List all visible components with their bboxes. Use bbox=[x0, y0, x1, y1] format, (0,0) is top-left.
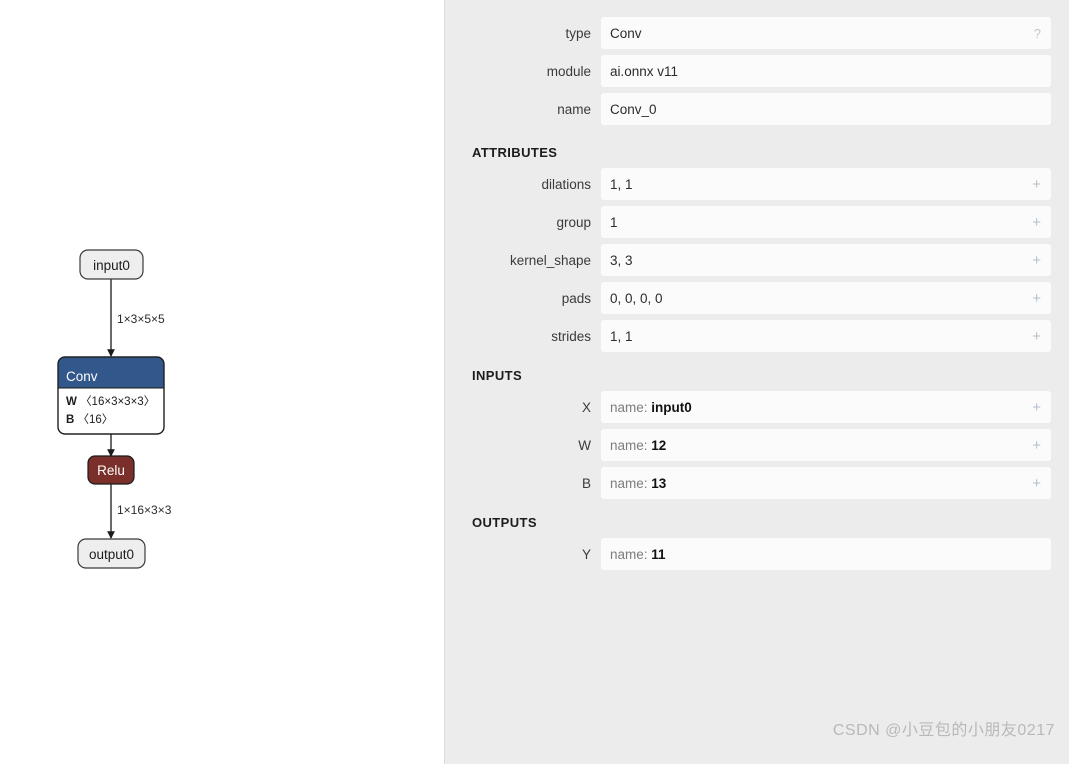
graph-node-label: Conv bbox=[66, 369, 98, 384]
property-row: group 1 + bbox=[444, 206, 1069, 238]
graph-node-initializer-b: B 〈16〉 bbox=[66, 413, 113, 426]
attributes-section-header: ATTRIBUTES bbox=[472, 145, 558, 160]
property-value-text: ai.onnx v11 bbox=[610, 63, 679, 79]
input-label-X: X bbox=[581, 399, 591, 415]
expand-plus-icon[interactable]: + bbox=[1032, 253, 1041, 268]
argument-name-prefix: name: bbox=[610, 475, 652, 491]
graph-node-label: input0 bbox=[93, 258, 130, 273]
argument-name-value: 11 bbox=[651, 546, 666, 562]
expand-plus-icon[interactable]: + bbox=[1032, 177, 1041, 192]
attribute-label-strides: strides bbox=[551, 328, 591, 344]
inputs-group: Xname: input0 + Wname: 12 + Bname: 13 + bbox=[444, 391, 1069, 499]
expand-plus-icon[interactable]: + bbox=[1032, 438, 1041, 453]
expand-plus-icon[interactable]: + bbox=[1032, 215, 1041, 230]
graph-edge-input0-conv[interactable]: 1×3×5×5 bbox=[107, 279, 165, 358]
property-row: Xname: input0 + bbox=[444, 391, 1069, 423]
property-value-text: 1, 1 bbox=[610, 328, 633, 344]
input-label-B: B bbox=[581, 475, 591, 491]
argument-name-value: 12 bbox=[651, 437, 667, 453]
property-value-text: name: 13 bbox=[610, 476, 1032, 491]
property-row: Yname: 11 bbox=[444, 538, 1069, 570]
property-row: type Conv? bbox=[444, 17, 1069, 49]
graph-canvas-panel[interactable]: 1×3×5×5 1×16×3×3 input0 Conv W 〈16×3×3×3… bbox=[0, 0, 444, 764]
expand-plus-icon[interactable]: + bbox=[1032, 329, 1041, 344]
property-value-text: name: input0 bbox=[610, 400, 1032, 415]
property-row: pads 0, 0, 0, 0 + bbox=[444, 282, 1069, 314]
expand-plus-icon[interactable]: + bbox=[1032, 476, 1041, 491]
property-label-name: name bbox=[557, 101, 591, 117]
argument-name-value: 13 bbox=[651, 475, 667, 491]
property-value-module[interactable]: ai.onnx v11 bbox=[601, 55, 1051, 87]
property-row: strides 1, 1 + bbox=[444, 320, 1069, 352]
input-value-B[interactable]: name: 13 + bbox=[601, 467, 1051, 499]
node-properties-group: type Conv? module ai.onnx v11 name Conv_0 bbox=[444, 17, 1069, 125]
inputs-section-header: INPUTS bbox=[472, 368, 523, 383]
input-value-W[interactable]: name: 12 + bbox=[601, 429, 1051, 461]
argument-name-prefix: name: bbox=[610, 399, 652, 415]
property-value-name[interactable]: Conv_0 bbox=[601, 93, 1051, 125]
attribute-value-kernel_shape[interactable]: 3, 3 + bbox=[601, 244, 1051, 276]
output-value-Y[interactable]: name: 11 bbox=[601, 538, 1051, 570]
expand-plus-icon[interactable]: + bbox=[1032, 291, 1041, 306]
csdn-watermark: CSDN @小豆包的小朋友0217 bbox=[832, 722, 1055, 739]
property-row: module ai.onnx v11 bbox=[444, 55, 1069, 87]
outputs-group: Yname: 11 bbox=[444, 538, 1069, 570]
graph-edge-relu-output0[interactable]: 1×16×3×3 bbox=[107, 484, 172, 540]
graph-edge-label: 1×3×5×5 bbox=[117, 312, 165, 326]
property-label-type: type bbox=[565, 25, 591, 41]
attribute-value-group[interactable]: 1 + bbox=[601, 206, 1051, 238]
graph-node-relu[interactable]: Relu bbox=[87, 455, 135, 485]
property-value-type[interactable]: Conv? bbox=[601, 17, 1051, 49]
property-value-text: Conv bbox=[610, 25, 642, 41]
property-value-text: 1, 1 bbox=[610, 176, 633, 192]
property-value-text: Conv_0 bbox=[610, 101, 657, 117]
argument-name-prefix: name: bbox=[610, 437, 652, 453]
property-value-text: 1 bbox=[610, 214, 618, 230]
help-icon[interactable]: ? bbox=[1034, 27, 1041, 40]
graph-node-label: output0 bbox=[89, 547, 134, 562]
graph-node-output0[interactable]: output0 bbox=[77, 538, 146, 569]
property-value-text: name: 12 bbox=[610, 438, 1032, 453]
output-label-Y: Y bbox=[581, 546, 591, 562]
argument-name-value: input0 bbox=[651, 399, 692, 415]
expand-plus-icon[interactable]: + bbox=[1032, 400, 1041, 415]
attribute-label-group: group bbox=[556, 214, 591, 230]
attribute-label-kernel_shape: kernel_shape bbox=[509, 252, 591, 268]
input-label-W: W bbox=[578, 437, 591, 453]
attribute-label-pads: pads bbox=[561, 290, 591, 306]
property-value-text: name: 11 bbox=[610, 547, 1041, 562]
attribute-value-strides[interactable]: 1, 1 + bbox=[601, 320, 1051, 352]
attributes-group: dilations 1, 1 + group 1 + kernel_shape 3, 3 + pa… bbox=[444, 168, 1069, 352]
property-row: dilations 1, 1 + bbox=[444, 168, 1069, 200]
netron-window: 1×3×5×5 1×16×3×3 input0 Conv W 〈16×3×3×3… bbox=[0, 0, 1069, 764]
argument-name-prefix: name: bbox=[610, 546, 652, 562]
attribute-value-dilations[interactable]: 1, 1 + bbox=[601, 168, 1051, 200]
property-row: name Conv_0 bbox=[444, 93, 1069, 125]
node-properties-sidebar: type Conv? module ai.onnx v11 name Conv_0 ATT… bbox=[444, 0, 1069, 764]
graph-node-conv[interactable]: Conv W 〈16×3×3×3〉 B 〈16〉 bbox=[57, 356, 165, 435]
graph-node-input0[interactable]: input0 bbox=[79, 249, 144, 280]
property-row: Wname: 12 + bbox=[444, 429, 1069, 461]
graph-edge-label: 1×16×3×3 bbox=[117, 503, 172, 517]
property-label-module: module bbox=[546, 63, 591, 79]
attribute-value-pads[interactable]: 0, 0, 0, 0 + bbox=[601, 282, 1051, 314]
model-graph[interactable]: 1×3×5×5 1×16×3×3 input0 Conv W 〈16×3×3×3… bbox=[0, 0, 444, 764]
property-value-text: 0, 0, 0, 0 bbox=[610, 290, 663, 306]
property-row: kernel_shape 3, 3 + bbox=[444, 244, 1069, 276]
property-row: Bname: 13 + bbox=[444, 467, 1069, 499]
graph-node-initializer-w: W 〈16×3×3×3〉 bbox=[66, 395, 155, 408]
graph-node-label: Relu bbox=[97, 463, 125, 478]
panel-divider[interactable] bbox=[444, 0, 445, 764]
attribute-label-dilations: dilations bbox=[541, 176, 591, 192]
input-value-X[interactable]: name: input0 + bbox=[601, 391, 1051, 423]
outputs-section-header: OUTPUTS bbox=[472, 515, 537, 530]
property-value-text: 3, 3 bbox=[610, 252, 633, 268]
